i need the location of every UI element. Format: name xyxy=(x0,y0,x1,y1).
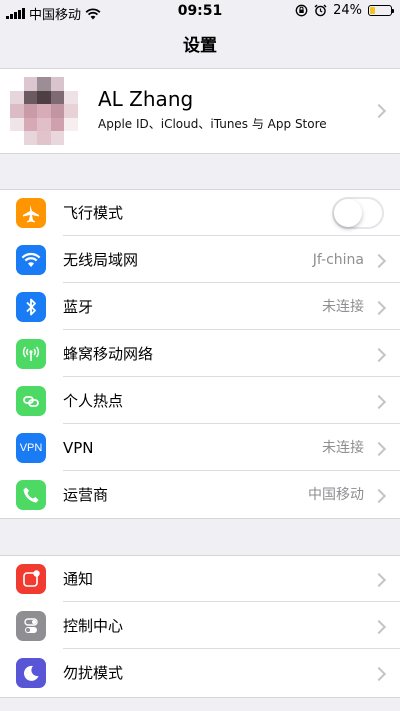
cellular-antenna-icon xyxy=(16,339,46,369)
bluetooth-label: 蓝牙 xyxy=(63,298,94,316)
status-bar: 中国移动 09:51 24% xyxy=(0,0,400,24)
chevron-right-icon xyxy=(371,488,387,504)
hotspot-icon xyxy=(16,386,46,416)
chevron-right-icon xyxy=(371,619,387,635)
airplane-icon xyxy=(16,198,46,228)
toggle-knob xyxy=(334,199,362,227)
notifications-icon xyxy=(16,564,46,594)
chevron-right-icon xyxy=(371,394,387,410)
settings-row-notifications[interactable]: 通知 xyxy=(0,556,400,602)
moon-icon xyxy=(16,658,46,688)
profile-subtitle: Apple ID、iCloud、iTunes 与 App Store xyxy=(98,117,327,131)
chevron-right-icon xyxy=(371,253,387,269)
chevron-right-icon xyxy=(371,347,387,363)
chevron-right-icon xyxy=(371,666,387,682)
chevron-right-icon xyxy=(371,572,387,588)
settings-row-wifi[interactable]: 无线局域网 Jf-china xyxy=(0,237,400,283)
chevron-right-icon xyxy=(371,441,387,457)
personal-hotspot-label: 个人热点 xyxy=(63,392,124,410)
control-center-label: 控制中心 xyxy=(63,617,124,635)
settings-row-control-center[interactable]: 控制中心 xyxy=(0,603,400,649)
settings-row-airplane-mode: 飞行模式 xyxy=(0,190,400,236)
settings-row-personal-hotspot[interactable]: 个人热点 xyxy=(0,378,400,424)
battery-icon xyxy=(368,5,394,16)
settings-row-bluetooth[interactable]: 蓝牙 未连接 xyxy=(0,284,400,330)
airplane-mode-toggle[interactable] xyxy=(332,197,384,229)
wifi-label: 无线局域网 xyxy=(63,251,139,269)
bluetooth-icon xyxy=(16,292,46,322)
control-center-icon xyxy=(16,611,46,641)
phone-icon xyxy=(16,480,46,510)
settings-row-cellular[interactable]: 蜂窝移动网络 xyxy=(0,331,400,377)
settings-row-carrier[interactable]: 运营商 中国移动 xyxy=(0,472,400,518)
vpn-value: 未连接 xyxy=(322,440,364,456)
apple-id-row[interactable]: AL Zhang Apple ID、iCloud、iTunes 与 App St… xyxy=(0,68,400,154)
chevron-right-icon xyxy=(371,300,387,316)
carrier-label: 运营商 xyxy=(63,486,109,504)
settings-row-do-not-disturb[interactable]: 勿扰模式 xyxy=(0,650,400,696)
orientation-lock-icon xyxy=(295,4,308,17)
cellular-label: 蜂窝移动网络 xyxy=(63,345,154,363)
battery-percent: 24% xyxy=(333,3,362,18)
wifi-icon xyxy=(16,245,46,275)
profile-name: AL Zhang xyxy=(98,87,194,111)
bluetooth-value: 未连接 xyxy=(322,299,364,315)
settings-row-vpn[interactable]: VPN VPN 未连接 xyxy=(0,425,400,471)
carrier-value: 中国移动 xyxy=(308,487,364,503)
vpn-icon: VPN xyxy=(16,433,46,463)
avatar xyxy=(10,77,78,145)
notifications-label: 通知 xyxy=(63,570,94,588)
wifi-value: Jf-china xyxy=(312,252,364,268)
vpn-label: VPN xyxy=(63,439,94,457)
alarm-icon xyxy=(314,4,327,17)
connectivity-group: 飞行模式 无线局域网 Jf-china 蓝牙 未连接 蜂窝移动网络 个人热点 V… xyxy=(0,189,400,519)
airplane-mode-label: 飞行模式 xyxy=(63,204,124,222)
status-right: 24% xyxy=(295,3,394,18)
page-title: 设置 xyxy=(183,36,217,56)
do-not-disturb-label: 勿扰模式 xyxy=(63,664,124,682)
system-group: 通知 控制中心 勿扰模式 xyxy=(0,555,400,698)
chevron-right-icon xyxy=(371,103,387,119)
